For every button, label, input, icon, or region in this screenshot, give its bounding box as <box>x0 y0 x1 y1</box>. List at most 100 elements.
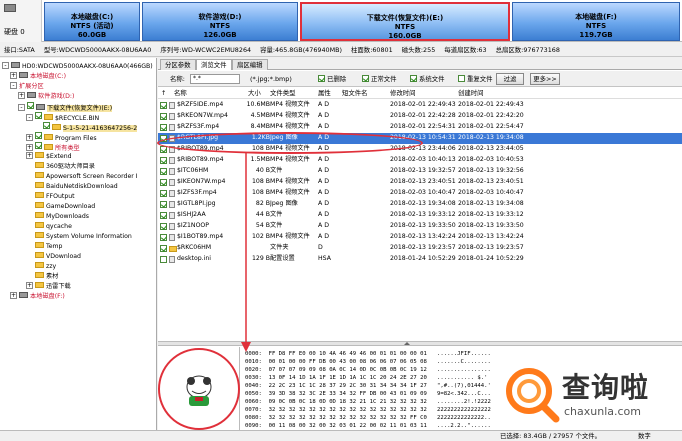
tree-checkbox[interactable] <box>35 142 42 149</box>
name-filter-input[interactable] <box>190 73 240 84</box>
row-checkbox[interactable] <box>160 102 167 109</box>
row-checkbox[interactable] <box>160 256 167 263</box>
column-name[interactable]: 名称 <box>174 88 244 99</box>
table-row[interactable]: $RZFS3F.mp4 8.4MB MP4 视频文件 A D 2018-02-01 22… <box>158 122 682 133</box>
tab-browse-files[interactable]: 浏览文件 <box>196 59 232 70</box>
tree-node[interactable]: + Program Files <box>26 132 97 142</box>
table-row[interactable]: $ITC06HM 40 B 文件 A D 2018-02-13 19:32:57 2018… <box>158 166 682 177</box>
tree-node[interactable]: + 所有类型 <box>26 142 80 152</box>
row-checkbox[interactable] <box>160 113 167 120</box>
collapse-icon[interactable]: - <box>2 62 9 69</box>
tree-checkbox[interactable] <box>35 132 42 139</box>
row-checkbox[interactable] <box>160 157 167 164</box>
row-checkbox[interactable] <box>160 146 167 153</box>
row-checkbox[interactable] <box>160 234 167 241</box>
system-files-checkbox[interactable]: 系统文件 <box>410 74 445 84</box>
tree-node[interactable]: zzy <box>26 262 56 272</box>
duplicate-files-checkbox[interactable]: 重复文件 <box>458 74 493 84</box>
partition-e[interactable]: 下载文件(恢复文件)(E:) NTFS 160.0GB <box>300 2 510 41</box>
tree-node[interactable]: - $RECYCLE.BIN <box>26 112 99 122</box>
row-checkbox[interactable] <box>160 179 167 186</box>
tree-node[interactable]: VDownload <box>26 252 81 262</box>
tree-node[interactable]: MyDownloads <box>26 212 89 222</box>
row-checkbox[interactable] <box>160 212 167 219</box>
table-row[interactable]: $RKEON7W.mp4 4.5MB MP4 视频文件 A D 2018-02-01 2… <box>158 111 682 122</box>
row-checkbox[interactable] <box>160 124 167 131</box>
hex-viewer[interactable]: 0000: FF D8 FF E0 00 10 4A 46 49 46 00 0… <box>241 347 682 430</box>
expand-icon[interactable]: + <box>26 282 33 289</box>
row-checkbox[interactable] <box>160 135 167 142</box>
disk-selector[interactable]: 硬盘 0 <box>0 0 42 42</box>
column-modified[interactable]: 修改时间 <box>390 88 450 99</box>
more-options-button[interactable]: 更多>> <box>530 73 560 85</box>
table-row[interactable]: $ISHJ2AA 44 B 文件 A D 2018-02-13 19:33:12 2018… <box>158 210 682 221</box>
expand-icon[interactable]: + <box>10 292 17 299</box>
collapse-icon[interactable]: - <box>10 82 17 89</box>
table-row[interactable]: $RIBOT89.mp4 108 B MP4 视频文件 A D 2018-02-13 2… <box>158 144 682 155</box>
tree-node[interactable]: BaiduNetdiskDownload <box>26 182 118 192</box>
folder-icon <box>35 162 44 168</box>
table-row[interactable]: $RGTL8PI.jpg 1.2KB Jpeg 图像 A D 2018-02-13 10… <box>158 133 682 144</box>
pane-splitter[interactable] <box>158 341 682 346</box>
collapse-icon[interactable]: - <box>18 104 25 111</box>
row-checkbox[interactable] <box>160 190 167 197</box>
table-row[interactable]: desktop.ini 129 B 配置设置 HSA 2018-01-24 10:52:… <box>158 254 682 265</box>
table-row[interactable]: $RZF5IDE.mp4 10.6MB MP4 视频文件 A D 2018-02-01 … <box>158 100 682 111</box>
expand-icon[interactable]: + <box>10 72 17 79</box>
tree-node[interactable]: - HD0:WDCWD5000AAKX-08U6AA0(466GB) <box>2 62 153 72</box>
tree-node[interactable]: + 迅雷下载 <box>26 282 71 292</box>
expand-icon[interactable]: + <box>18 92 25 99</box>
tree-node[interactable]: + 本地磁盘(C:) <box>10 72 66 82</box>
table-row[interactable]: $IZFS3F.mp4 108 B MP4 视频文件 A D 2018-02-03 10… <box>158 188 682 199</box>
tree-node[interactable]: + 软件游戏(D:) <box>18 92 74 102</box>
table-row[interactable]: $IZ1NOOP 54 B 文件 A D 2018-02-13 19:33:50 2018… <box>158 221 682 232</box>
tree-node[interactable]: Apowersoft Screen Recorder I <box>26 172 138 182</box>
tree-node[interactable]: - 扩展分区 <box>10 82 44 92</box>
cell-size: 108 B <box>251 178 270 185</box>
column-attr[interactable]: 属性 <box>318 88 338 99</box>
column-created[interactable]: 创建时间 <box>458 88 518 99</box>
table-row[interactable]: $IGTL8PI.jpg 82 B Jpeg 图像 A D 2018-02-13 19:… <box>158 199 682 210</box>
partition-f[interactable]: 本地磁盘(F:) NTFS 119.7GB <box>512 2 680 41</box>
expand-icon[interactable]: + <box>26 144 33 151</box>
collapse-arrow-icon[interactable] <box>404 342 410 345</box>
tree-node[interactable]: Temp <box>26 242 63 252</box>
tree-checkbox[interactable] <box>35 112 42 119</box>
row-checkbox[interactable] <box>160 201 167 208</box>
partition-d[interactable]: 软件游戏(D:) NTFS 126.0GB <box>142 2 298 41</box>
deleted-files-checkbox[interactable]: 已删除 <box>318 74 346 84</box>
tree-node[interactable]: System Volume Information <box>26 232 132 242</box>
row-checkbox[interactable] <box>160 168 167 175</box>
table-row[interactable]: $RKC06HM 文件夹 D 2018-02-13 19:23:57 2018-02-1… <box>158 243 682 254</box>
tree-node[interactable]: qycache <box>26 222 72 232</box>
table-row[interactable]: $RIBOT89.mp4 1.5MB MP4 视频文件 A D 2018-02-03 1… <box>158 155 682 166</box>
column-type[interactable]: 文件类型 <box>270 88 314 99</box>
collapse-icon[interactable]: - <box>26 114 33 121</box>
tree-node[interactable]: + $Extend <box>26 152 72 162</box>
column-short-name[interactable]: 短文件名 <box>342 88 386 99</box>
info-total-sectors: 总扇区数:976773168 <box>495 46 560 54</box>
tree-node[interactable]: 素材 <box>26 272 58 282</box>
table-row[interactable]: $I1BOT89.mp4 102 B MP4 视频文件 A D 2018-02-13 1… <box>158 232 682 243</box>
tree-node[interactable]: FFOutput <box>26 192 75 202</box>
column-size[interactable]: 大小 <box>248 88 272 99</box>
tree-node[interactable]: S-1-5-21-4163647256-2 <box>34 122 138 132</box>
folder-tree[interactable]: - HD0:WDCWD5000AAKX-08U6AA0(466GB) + 本地磁盘(C… <box>0 58 157 430</box>
expand-icon[interactable]: + <box>26 134 33 141</box>
tree-checkbox[interactable] <box>27 102 34 109</box>
row-checkbox[interactable] <box>160 223 167 230</box>
tree-node[interactable]: + 本地磁盘(F:) <box>10 292 65 302</box>
normal-files-checkbox[interactable]: 正常文件 <box>362 74 397 84</box>
tree-node[interactable]: 360驱动大师目录 <box>26 162 95 172</box>
tab-sector-edit[interactable]: 扇区编辑 <box>232 59 268 70</box>
partition-c[interactable]: 本地磁盘(C:) NTFS (活动) 60.0GB <box>44 2 140 41</box>
row-checkbox[interactable] <box>160 245 167 252</box>
tree-node[interactable]: GameDownload <box>26 202 95 212</box>
tree-node[interactable]: - 下载文件(恢复文件)(E:) <box>18 102 113 112</box>
expand-icon[interactable]: + <box>26 152 33 159</box>
table-row[interactable]: $IKEON7W.mp4 108 B MP4 视频文件 A D 2018-02-13 2… <box>158 177 682 188</box>
tab-partition-params[interactable]: 分区参数 <box>160 59 196 70</box>
tree-checkbox[interactable] <box>43 122 50 129</box>
up-folder-icon[interactable]: ↑ <box>161 88 171 99</box>
filter-button[interactable]: 过滤 <box>496 73 524 85</box>
